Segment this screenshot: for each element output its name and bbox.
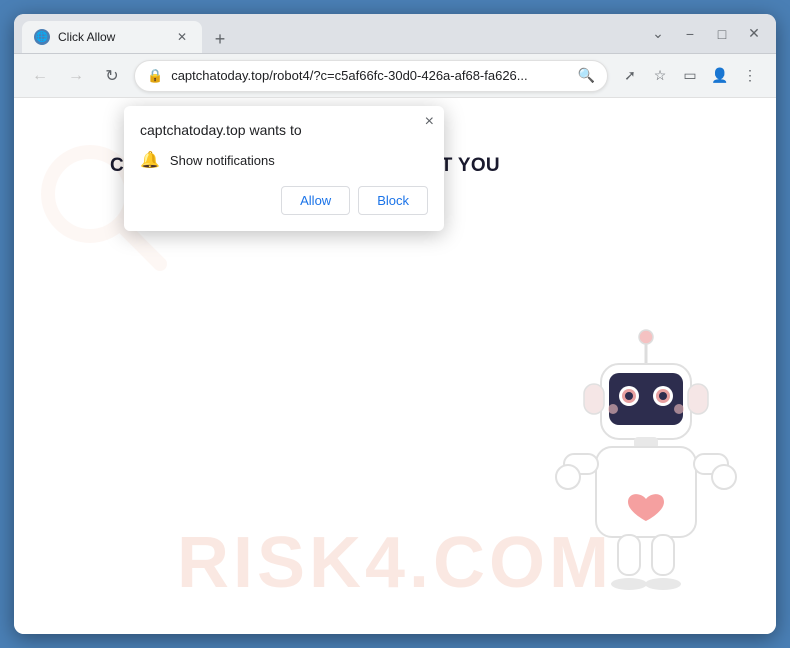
new-tab-button[interactable]: + [206, 25, 234, 53]
popup-buttons: Allow Block [140, 186, 428, 215]
tab-favicon: 🌐 [34, 29, 50, 45]
chevron-down-icon[interactable]: ⌄ [644, 20, 672, 48]
nav-bar: ← → ↻ 🔒 captchatoday.top/robot4/?c=c5af6… [14, 54, 776, 98]
popup-close-button[interactable]: × [425, 114, 434, 130]
title-bar: 🌐 Click Allow ✕ + ⌄ − □ ✕ [14, 14, 776, 54]
block-button[interactable]: Block [358, 186, 428, 215]
bell-icon: 🔔 [140, 150, 160, 170]
close-button[interactable]: ✕ [740, 20, 768, 48]
notification-label: Show notifications [170, 153, 275, 168]
address-bar[interactable]: 🔒 captchatoday.top/robot4/?c=c5af66fc-30… [134, 60, 608, 92]
menu-icon[interactable]: ⋮ [736, 62, 764, 90]
tab-bar: 🌐 Click Allow ✕ + [22, 14, 638, 53]
back-button[interactable]: ← [26, 62, 54, 90]
minimize-button[interactable]: − [676, 20, 704, 48]
tab-close-btn[interactable]: ✕ [174, 29, 190, 45]
browser-window: 🌐 Click Allow ✕ + ⌄ − □ ✕ ← → ↻ 🔒 captch… [14, 14, 776, 634]
sidebar-icon[interactable]: ▭ [676, 62, 704, 90]
popup-notification-row: 🔔 Show notifications [140, 150, 428, 170]
active-tab[interactable]: 🌐 Click Allow ✕ [22, 21, 202, 53]
bookmark-icon[interactable]: ☆ [646, 62, 674, 90]
url-text: captchatoday.top/robot4/?c=c5af66fc-30d0… [171, 68, 569, 83]
robot-illustration [546, 329, 746, 614]
account-icon[interactable]: 👤 [706, 62, 734, 90]
popup-title: captchatoday.top wants to [140, 122, 428, 138]
page-content: RISK4.COM CLICK «ALLOW» TO CONFIRM THAT … [14, 98, 776, 634]
search-icon[interactable]: 🔍 [578, 67, 595, 84]
maximize-button[interactable]: □ [708, 20, 736, 48]
window-buttons: ⌄ − □ ✕ [644, 20, 768, 48]
allow-button[interactable]: Allow [281, 186, 350, 215]
share-icon[interactable]: ➚ [616, 62, 644, 90]
notification-popup: captchatoday.top wants to × 🔔 Show notif… [124, 106, 444, 231]
lock-icon: 🔒 [147, 68, 163, 84]
forward-button[interactable]: → [62, 62, 90, 90]
tab-title: Click Allow [58, 30, 166, 44]
nav-actions: ➚ ☆ ▭ 👤 ⋮ [616, 62, 764, 90]
refresh-button[interactable]: ↻ [98, 62, 126, 90]
